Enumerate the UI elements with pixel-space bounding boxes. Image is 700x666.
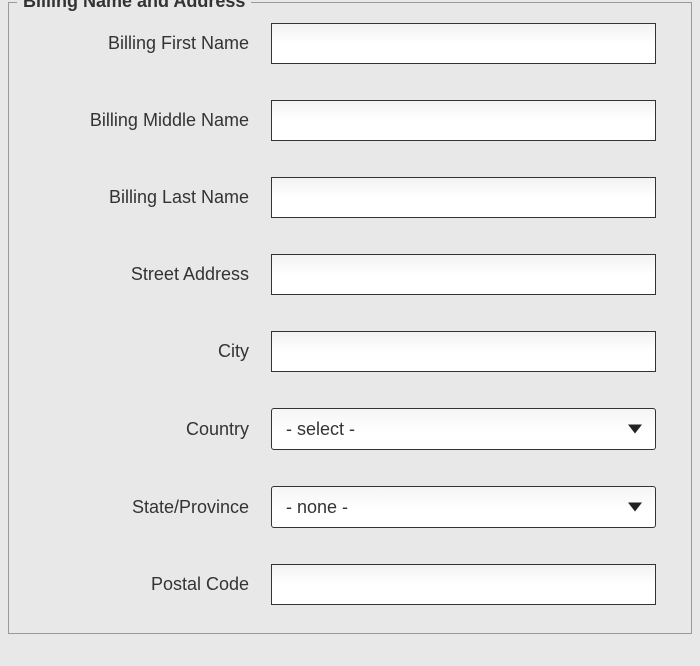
last-name-input[interactable] — [271, 177, 656, 218]
first-name-input[interactable] — [271, 23, 656, 64]
form-row: Postal Code — [27, 564, 673, 605]
form-row: Billing Last Name — [27, 177, 673, 218]
middle-name-label: Billing Middle Name — [27, 110, 271, 131]
form-row: Billing First Name — [27, 23, 673, 64]
city-label: City — [27, 341, 271, 362]
country-select[interactable]: - select - — [271, 408, 656, 450]
middle-name-input[interactable] — [271, 100, 656, 141]
city-input[interactable] — [271, 331, 656, 372]
form-row: Street Address — [27, 254, 673, 295]
form-row: State/Province - none - — [27, 486, 673, 528]
country-label: Country — [27, 419, 271, 440]
state-select-wrapper: - none - — [271, 486, 656, 528]
last-name-label: Billing Last Name — [27, 187, 271, 208]
street-address-input[interactable] — [271, 254, 656, 295]
billing-fieldset: Billing Name and Address Billing First N… — [8, 2, 692, 634]
first-name-label: Billing First Name — [27, 33, 271, 54]
state-select[interactable]: - none - — [271, 486, 656, 528]
section-title: Billing Name and Address — [17, 0, 251, 12]
postal-code-input[interactable] — [271, 564, 656, 605]
form-row: Country - select - — [27, 408, 673, 450]
state-label: State/Province — [27, 497, 271, 518]
form-row: Billing Middle Name — [27, 100, 673, 141]
country-select-wrapper: - select - — [271, 408, 656, 450]
form-row: City — [27, 331, 673, 372]
street-label: Street Address — [27, 264, 271, 285]
postal-label: Postal Code — [27, 574, 271, 595]
